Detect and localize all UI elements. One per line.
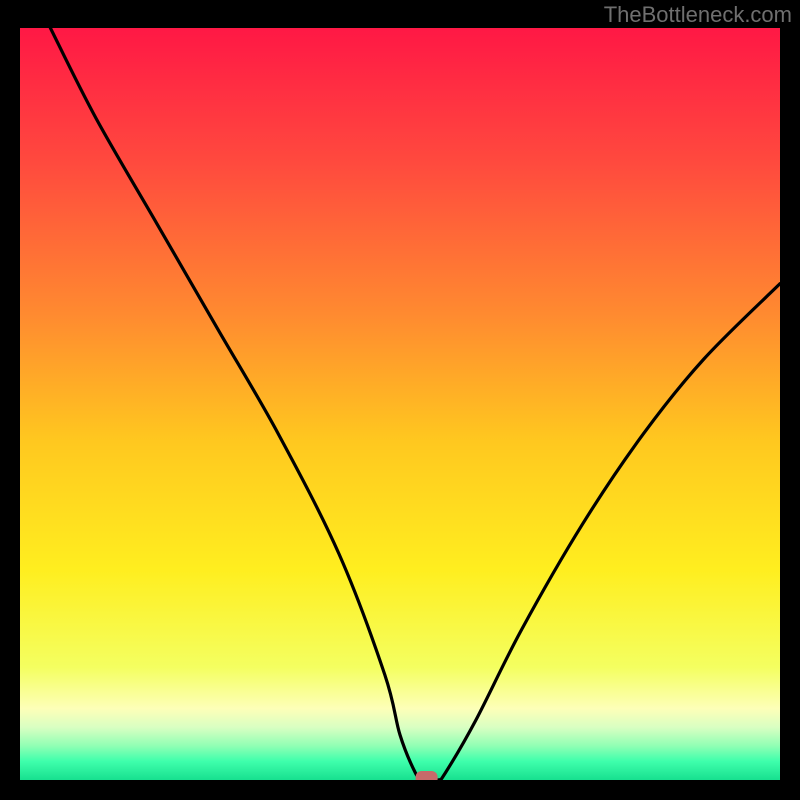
- chart-container: TheBottleneck.com: [0, 0, 800, 800]
- optimal-marker: [416, 771, 438, 780]
- watermark-label: TheBottleneck.com: [604, 2, 792, 28]
- plot-area: [20, 28, 780, 780]
- bottleneck-chart: [20, 28, 780, 780]
